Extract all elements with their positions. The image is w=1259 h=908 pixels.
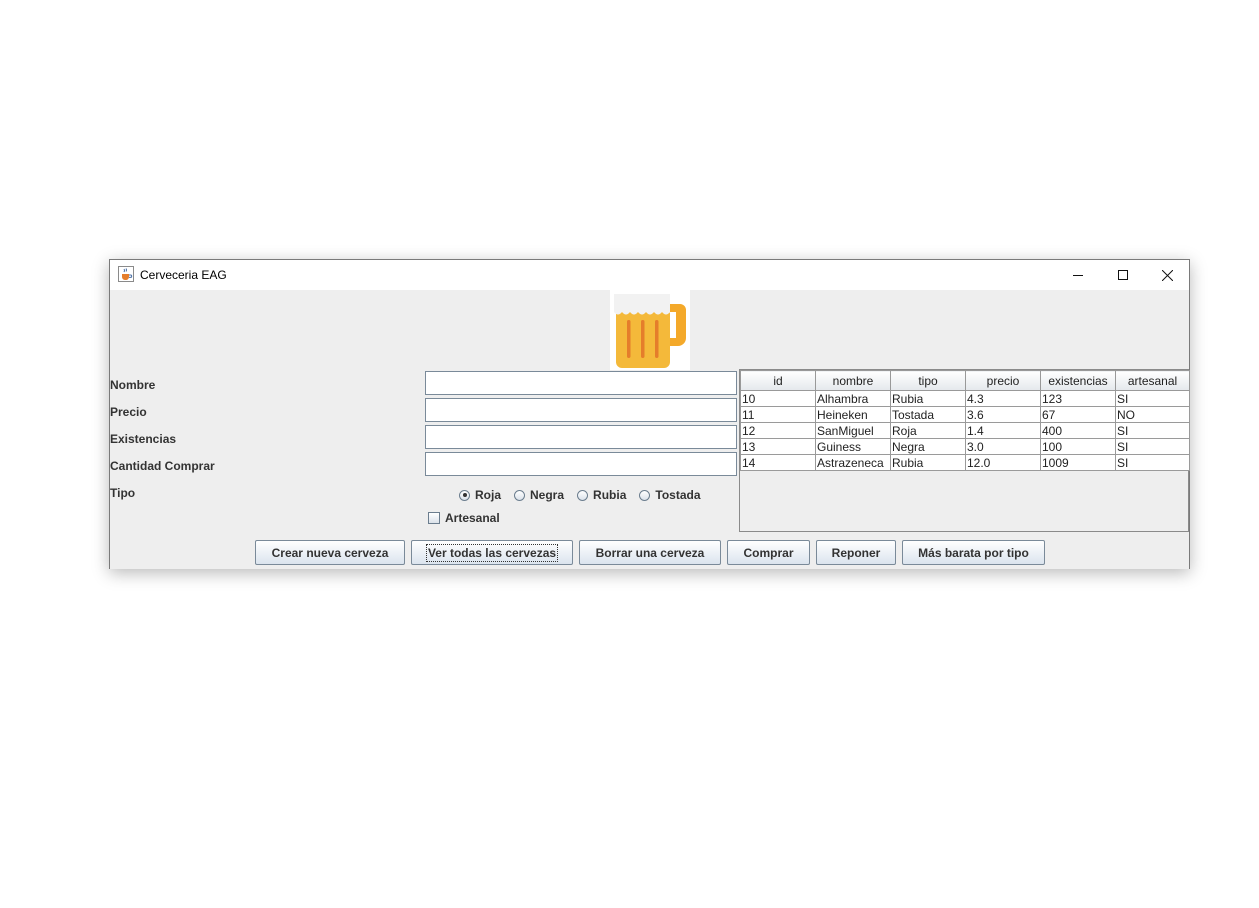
radio-unchecked-icon [514,489,526,501]
table-cell: Roja [890,422,966,439]
table-cell: Negra [890,438,966,455]
table-cell: 1009 [1040,454,1116,471]
close-button[interactable] [1145,260,1190,290]
table-cell: 11 [740,406,816,423]
radio-rubia[interactable]: Rubia [577,488,626,502]
table-cell: Tostada [890,406,966,423]
table-row[interactable]: 14 Astrazeneca Rubia 12.0 1009 SI [740,454,1190,471]
column-header[interactable]: precio [965,370,1041,391]
nombre-label: Nombre [110,378,156,392]
ver-todas-cervezas-button[interactable]: Ver todas las cervezas [411,540,573,565]
existencias-label: Existencias [110,432,177,446]
table-cell: 10 [740,390,816,407]
table-row[interactable]: 13 Guiness Negra 3.0 100 SI [740,438,1190,455]
window-title: Cerveceria EAG [140,268,227,282]
table-cell: Rubia [890,390,966,407]
table-cell: SI [1115,454,1190,471]
nombre-input[interactable] [425,371,737,395]
column-header[interactable]: existencias [1040,370,1116,391]
column-header[interactable]: nombre [815,370,891,391]
java-coffee-icon [118,266,134,282]
radio-label: Negra [530,488,565,502]
table-cell: 1.4 [965,422,1041,439]
table-row[interactable]: 10 Alhambra Rubia 4.3 123 SI [740,390,1190,407]
table-cell: 3.0 [965,438,1041,455]
close-icon [1162,269,1173,281]
existencias-input[interactable] [425,425,737,449]
radio-label: Tostada [655,488,701,502]
beers-table: id nombre tipo precio existencias artesa… [740,370,1190,471]
maximize-icon [1117,270,1128,280]
table-cell: Heineken [815,406,891,423]
maximize-button[interactable] [1100,260,1145,290]
table-row[interactable]: 12 SanMiguel Roja 1.4 400 SI [740,422,1190,439]
title-bar[interactable]: Cerveceria EAG [110,260,1189,290]
button-label: Comprar [743,545,794,560]
table-cell: 123 [1040,390,1116,407]
table-cell: 14 [740,454,816,471]
precio-label: Precio [110,405,147,419]
comprar-button[interactable]: Comprar [727,540,810,565]
minimize-icon [1072,275,1083,276]
beers-table-scrollpane[interactable]: id nombre tipo precio existencias artesa… [739,369,1190,532]
table-cell: SanMiguel [815,422,891,439]
tipo-label: Tipo [110,486,136,500]
app-window: Cerveceria EAG Nombre Precio Existencias… [109,259,1190,569]
button-label: Borrar una cerveza [595,545,705,560]
beer-mug-icon [610,290,690,370]
table-cell: Guiness [815,438,891,455]
table-cell: 400 [1040,422,1116,439]
mas-barata-por-tipo-button[interactable]: Más barata por tipo [902,540,1045,565]
table-header-row: id nombre tipo precio existencias artesa… [740,370,1190,391]
column-header[interactable]: id [740,370,816,391]
cantidad-comprar-input[interactable] [425,452,737,476]
table-cell: SI [1115,438,1190,455]
table-cell: SI [1115,390,1190,407]
crear-nueva-cerveza-button[interactable]: Crear nueva cerveza [255,540,405,565]
table-row[interactable]: 11 Heineken Tostada 3.6 67 NO [740,406,1190,423]
tipo-radio-group: Roja Negra Rubia Tostada [459,488,714,502]
precio-input[interactable] [425,398,737,422]
cantidad-comprar-label: Cantidad Comprar [110,459,215,473]
table-cell: 12 [740,422,816,439]
radio-unchecked-icon [577,489,589,501]
radio-unchecked-icon [639,489,651,501]
artesanal-checkbox[interactable]: Artesanal [428,511,500,525]
radio-tostada[interactable]: Tostada [639,488,701,502]
table-cell: 13 [740,438,816,455]
table-cell: 3.6 [965,406,1041,423]
radio-checked-icon [459,489,470,501]
button-label: Reponer [831,545,881,560]
button-label: Ver todas las cervezas [425,543,559,562]
table-cell: 4.3 [965,390,1041,407]
table-cell: SI [1115,422,1190,439]
table-cell: Rubia [890,454,966,471]
button-label: Más barata por tipo [918,545,1029,560]
column-header[interactable]: artesanal [1115,370,1190,391]
radio-negra[interactable]: Negra [514,488,564,502]
button-label: Crear nueva cerveza [271,545,389,560]
checkbox-unchecked-icon [428,512,440,524]
radio-label: Rubia [593,488,627,502]
content-panel: Nombre Precio Existencias Cantidad Compr… [110,290,1190,569]
radio-roja[interactable]: Roja [459,488,501,502]
table-cell: Astrazeneca [815,454,891,471]
table-cell: Alhambra [815,390,891,407]
table-cell: 12.0 [965,454,1041,471]
table-cell: NO [1115,406,1190,423]
borrar-cerveza-button[interactable]: Borrar una cerveza [579,540,721,565]
artesanal-label: Artesanal [445,511,500,525]
table-cell: 100 [1040,438,1116,455]
reponer-button[interactable]: Reponer [816,540,896,565]
radio-label: Roja [475,488,502,502]
column-header[interactable]: tipo [890,370,966,391]
table-cell: 67 [1040,406,1116,423]
minimize-button[interactable] [1055,260,1100,290]
